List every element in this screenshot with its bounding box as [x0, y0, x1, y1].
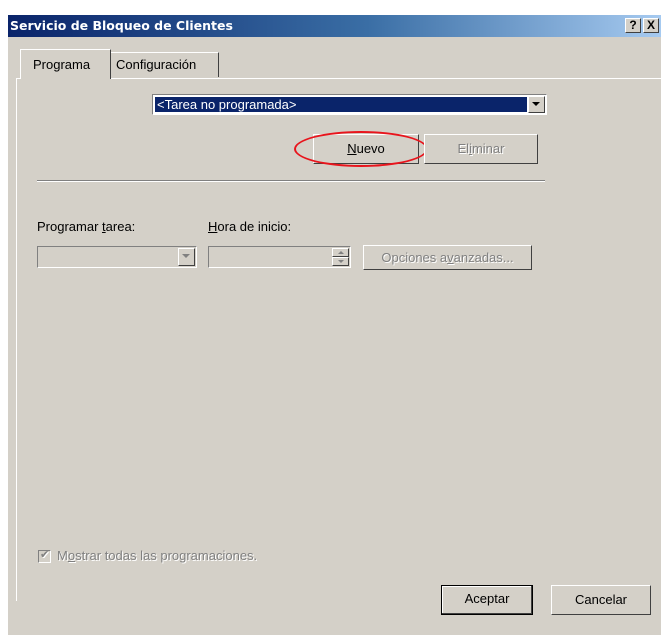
- start-time-spinner[interactable]: [208, 246, 351, 268]
- spin-up-icon[interactable]: [332, 248, 349, 257]
- checkbox-check-icon[interactable]: [38, 548, 51, 564]
- task-select-value: <Tarea no programada>: [155, 97, 527, 112]
- help-button[interactable]: ?: [625, 18, 641, 33]
- tab-configuracion[interactable]: Configuración: [111, 52, 219, 77]
- schedule-task-label: Programar tarea:: [37, 219, 136, 234]
- tab-programa[interactable]: Programa: [20, 49, 111, 79]
- annotation-ring: [294, 131, 428, 167]
- cancel-button[interactable]: Cancelar: [551, 585, 651, 615]
- delete-button[interactable]: Eliminar: [424, 134, 538, 164]
- show-all-schedules-checkbox[interactable]: Mostrar todas las programaciones.: [38, 548, 257, 564]
- close-button[interactable]: X: [643, 18, 659, 33]
- ok-button[interactable]: Aceptar: [441, 585, 533, 615]
- spin-down-icon[interactable]: [332, 257, 349, 266]
- task-select[interactable]: <Tarea no programada>: [152, 94, 547, 115]
- schedule-task-select[interactable]: [37, 246, 197, 268]
- separator: [37, 180, 545, 182]
- advanced-options-button[interactable]: Opciones avanzadas...: [363, 245, 532, 270]
- title-bar[interactable]: Servicio de Bloqueo de Clientes ? X: [8, 15, 661, 37]
- start-time-label: Hora de inicio:: [208, 219, 292, 234]
- window-title: Servicio de Bloqueo de Clientes: [10, 18, 233, 33]
- chevron-down-icon[interactable]: [178, 248, 195, 266]
- chevron-down-icon[interactable]: [528, 96, 545, 113]
